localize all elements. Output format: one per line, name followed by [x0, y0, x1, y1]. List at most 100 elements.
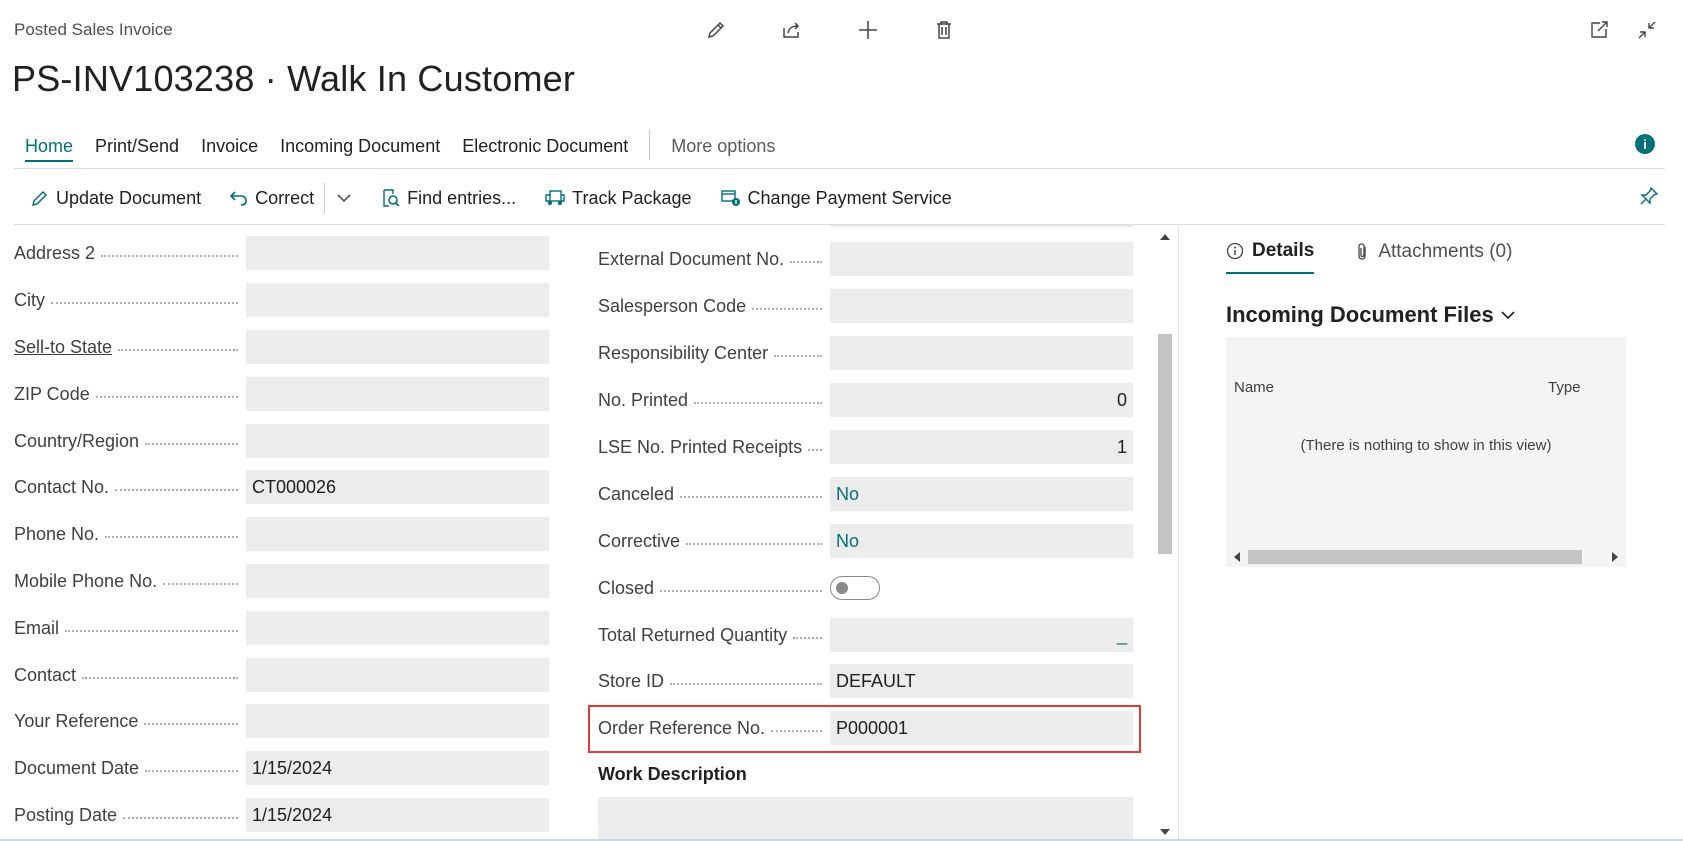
page-actions — [700, 16, 960, 44]
grid-scroll-thumb[interactable] — [1248, 550, 1582, 564]
share-icon[interactable] — [776, 16, 808, 44]
new-icon[interactable] — [852, 16, 884, 44]
tab-home[interactable]: Home — [14, 128, 84, 163]
update-document-label: Update Document — [56, 187, 202, 208]
work-description-input[interactable] — [598, 797, 1133, 841]
field-contact-no: Contact No. CT000026 — [14, 470, 549, 504]
field-city: City — [14, 283, 549, 317]
column-header-type[interactable]: Type — [1548, 379, 1581, 396]
work-description-heading: Work Description — [598, 764, 747, 784]
tab-electronic-document[interactable]: Electronic Document — [451, 128, 639, 163]
delete-icon[interactable] — [928, 16, 960, 44]
paperclip-icon — [1358, 243, 1366, 260]
track-package-button[interactable]: Track Package — [536, 180, 699, 216]
track-package-label: Track Package — [572, 187, 692, 208]
general-fasttab: Address 2 City Sell-to State ZIP Code Co… — [0, 225, 1152, 841]
order-reference-no-input[interactable]: P000001 — [830, 711, 1133, 745]
tab-print-send[interactable]: Print/Send — [84, 128, 190, 163]
empty-view-message: (There is nothing to show in this view) — [1300, 437, 1552, 454]
city-input[interactable] — [246, 283, 549, 317]
closed-toggle[interactable] — [830, 576, 880, 600]
edit-icon[interactable] — [700, 16, 732, 44]
page-caption: Posted Sales Invoice — [14, 20, 173, 39]
address-2-input[interactable] — [246, 236, 549, 270]
mobile-phone-no-input[interactable] — [246, 564, 549, 598]
scroll-right-arrow-icon[interactable] — [1612, 552, 1618, 562]
phone-no-input[interactable] — [246, 517, 549, 551]
lse-no-printed-receipts-input[interactable]: 1 — [830, 430, 1133, 464]
field-posting-date: Posting Date 1/15/2024 — [14, 798, 549, 832]
salesperson-code-input[interactable] — [830, 289, 1133, 323]
tab-incoming-document[interactable]: Incoming Document — [269, 128, 451, 163]
external-document-no-input[interactable] — [830, 242, 1133, 276]
corrective-value[interactable]: No — [830, 524, 1133, 558]
undo-icon — [229, 191, 247, 206]
tab-invoice[interactable]: Invoice — [190, 128, 269, 163]
factbox-tab-attachments[interactable]: Attachments (0) — [1354, 240, 1512, 274]
field-salesperson-code: Salesperson Code — [598, 289, 1133, 323]
find-entries-button[interactable]: Find entries... — [373, 180, 524, 216]
field-lse-no-printed-receipts: LSE No. Printed Receipts 1 — [598, 430, 1133, 464]
scroll-down-arrow-icon[interactable] — [1160, 829, 1170, 835]
total-returned-quantity-value[interactable]: _ — [830, 618, 1133, 652]
scroll-left-arrow-icon[interactable] — [1234, 552, 1240, 562]
responsibility-center-input[interactable] — [830, 336, 1133, 370]
your-reference-input[interactable] — [246, 704, 549, 738]
correct-button[interactable]: Correct — [221, 180, 322, 216]
factbox-tabs: Details Attachments (0) — [1226, 240, 1512, 274]
field-corrective: Corrective No — [598, 524, 1133, 558]
factbox-tab-details[interactable]: Details — [1226, 240, 1315, 274]
pencil-icon — [31, 190, 48, 207]
field-your-reference: Your Reference — [14, 704, 549, 738]
zip-code-input[interactable] — [246, 377, 549, 411]
update-document-button[interactable]: Update Document — [22, 180, 209, 216]
sell-to-state-input[interactable] — [246, 330, 549, 364]
field-no-printed: No. Printed 0 — [598, 383, 1133, 417]
sell-to-state-link[interactable]: Sell-to State — [14, 336, 119, 358]
window-actions — [1585, 16, 1661, 44]
scroll-thumb[interactable] — [1158, 334, 1172, 554]
field-store-id: Store ID DEFAULT — [598, 664, 1133, 698]
correct-dropdown-button[interactable] — [327, 180, 361, 216]
document-date-input[interactable]: 1/15/2024 — [246, 751, 549, 785]
form-scrollbar[interactable] — [1156, 226, 1174, 841]
field-contact: Contact — [14, 658, 549, 692]
column-header-name[interactable]: Name — [1234, 379, 1274, 396]
field-canceled: Canceled No — [598, 477, 1133, 511]
tab-more-options[interactable]: More options — [660, 128, 786, 163]
incoming-document-files-title[interactable]: Incoming Document Files — [1226, 302, 1518, 328]
canceled-value[interactable]: No — [830, 477, 1133, 511]
payment-service-icon — [720, 190, 740, 206]
change-payment-service-label: Change Payment Service — [747, 187, 952, 208]
contact-no-input[interactable]: CT000026 — [246, 470, 549, 504]
email-input[interactable] — [246, 611, 549, 645]
change-payment-service-button[interactable]: Change Payment Service — [712, 180, 960, 216]
field-email: Email — [14, 611, 549, 645]
pin-icon[interactable] — [1639, 186, 1659, 211]
chevron-down-icon — [1501, 311, 1515, 320]
store-id-input[interactable]: DEFAULT — [830, 664, 1133, 698]
contact-input[interactable] — [246, 658, 549, 692]
field-total-returned-quantity: Total Returned Quantity _ — [598, 618, 1133, 652]
field-responsibility-center: Responsibility Center — [598, 336, 1133, 370]
country-region-input[interactable] — [246, 424, 549, 458]
field-address-2: Address 2 — [14, 236, 549, 270]
field-closed: Closed — [598, 571, 1133, 605]
pane-divider — [1178, 226, 1179, 841]
open-new-window-icon[interactable] — [1585, 16, 1613, 44]
no-printed-input[interactable]: 0 — [830, 383, 1133, 417]
action-bar: Update Document Correct Find entries... … — [22, 180, 960, 216]
field-phone-no: Phone No. — [14, 517, 549, 551]
tab-divider — [649, 130, 651, 160]
field-country-region: Country/Region — [14, 424, 549, 458]
info-icon[interactable]: i — [1635, 134, 1655, 154]
grid-horizontal-scrollbar[interactable] — [1226, 547, 1626, 567]
scroll-up-arrow-icon[interactable] — [1160, 234, 1170, 240]
field-zip-code: ZIP Code — [14, 377, 549, 411]
split-divider — [324, 183, 326, 213]
posting-date-input[interactable]: 1/15/2024 — [246, 798, 549, 832]
chevron-down-icon — [337, 194, 351, 203]
truck-icon — [545, 190, 565, 205]
divider — [14, 168, 1665, 169]
collapse-icon[interactable] — [1633, 16, 1661, 44]
